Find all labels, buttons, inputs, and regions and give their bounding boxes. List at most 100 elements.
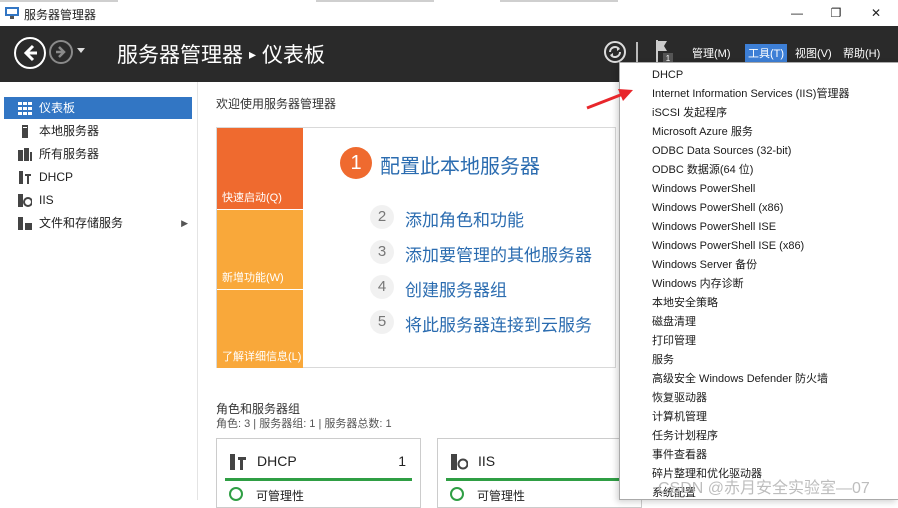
tile-label: 了解详细信息(L)	[222, 351, 302, 363]
menu-item-print-management[interactable]: 打印管理	[652, 332, 696, 351]
menu-item-services[interactable]: 服务	[652, 351, 674, 370]
add-servers-link[interactable]: 添加要管理的其他服务器	[405, 241, 592, 266]
status-up-icon	[229, 487, 243, 501]
sidebar-item-local-server[interactable]: 本地服务器	[4, 120, 192, 142]
menu-item-memory-diagnostic[interactable]: Windows 内存诊断	[652, 275, 744, 294]
arrow-left-icon	[23, 44, 37, 62]
refresh-button[interactable]	[604, 41, 626, 63]
role-count: 1	[398, 453, 406, 469]
step-number-1: 1	[340, 147, 372, 179]
tab-edge	[0, 0, 118, 2]
status-up-icon	[450, 487, 464, 501]
menu-tools[interactable]: 工具(T)	[745, 44, 788, 62]
sidebar-item-label: 本地服务器	[39, 124, 100, 138]
refresh-icon	[609, 46, 621, 58]
dashboard-icon	[18, 102, 32, 115]
sidebar-item-dashboard[interactable]: 仪表板	[4, 97, 192, 119]
sidebar-item-label: 所有服务器	[39, 147, 100, 161]
watermark: CSDN @赤月安全实验室—07	[658, 480, 870, 497]
dhcp-icon	[19, 171, 31, 184]
menu-item-event-viewer[interactable]: 事件查看器	[652, 446, 707, 465]
history-dropdown-icon[interactable]	[76, 45, 86, 55]
menu-item-disk-cleanup[interactable]: 磁盘清理	[652, 313, 696, 332]
step-number-2: 2	[370, 205, 394, 229]
menu-item-powershell[interactable]: Windows PowerShell	[652, 180, 755, 199]
step-number-4: 4	[370, 275, 394, 299]
add-roles-link[interactable]: 添加角色和功能	[405, 206, 524, 231]
maximize-button[interactable]: ❐	[826, 4, 846, 22]
sidebar-item-label: 仪表板	[39, 101, 76, 115]
sidebar-item-iis[interactable]: IIS	[4, 189, 192, 211]
role-card-iis[interactable]: IIS 可管理性	[437, 438, 642, 508]
close-button[interactable]: ✕	[866, 4, 886, 22]
menu-item-iis-manager[interactable]: Internet Information Services (IIS)管理器	[652, 85, 849, 104]
tab-strip	[0, 0, 898, 3]
annotation-arrow-icon	[586, 89, 633, 110]
menu-item-computer-management[interactable]: 计算机管理	[652, 408, 707, 427]
menu-item-task-scheduler[interactable]: 任务计划程序	[652, 427, 718, 446]
tile-whats-new[interactable]: 新增功能(W)	[217, 209, 303, 289]
connect-cloud-link[interactable]: 将此服务器连接到云服务	[405, 311, 592, 336]
breadcrumb: 服务器管理器 ▸ 仪表板	[117, 39, 325, 69]
role-status-bar	[446, 478, 633, 481]
breadcrumb-page: 仪表板	[262, 44, 326, 67]
sidebar-item-label: DHCP	[39, 170, 74, 184]
window-title: 服务器管理器	[24, 8, 97, 22]
menu-item-recovery-drive[interactable]: 恢复驱动器	[652, 389, 707, 408]
role-status[interactable]: 可管理性	[256, 487, 304, 504]
notification-flag-icon[interactable]: 1	[654, 38, 674, 64]
title-bar: 服务器管理器 — ❐ ✕	[0, 0, 898, 26]
step-number-5: 5	[370, 310, 394, 334]
menu-item-defender-firewall[interactable]: 高级安全 Windows Defender 防火墙	[652, 370, 828, 389]
header-divider	[636, 42, 638, 62]
configure-local-server-link[interactable]: 配置此本地服务器	[380, 150, 540, 179]
menu-item-odbc-64[interactable]: ODBC 数据源(64 位)	[652, 161, 753, 180]
tile-label: 快速启动(Q)	[222, 192, 282, 204]
arrow-right-icon	[56, 46, 66, 58]
menu-item-powershell-x86[interactable]: Windows PowerShell (x86)	[652, 199, 783, 218]
roles-summary: 角色: 3 | 服务器组: 1 | 服务器总数: 1	[216, 418, 392, 430]
sidebar-item-label: IIS	[39, 193, 54, 207]
menu-manage[interactable]: 管理(M)	[692, 45, 731, 61]
menu-item-server-backup[interactable]: Windows Server 备份	[652, 256, 757, 275]
role-name: DHCP	[257, 453, 297, 469]
server-icon	[22, 125, 28, 138]
menu-item-local-security-policy[interactable]: 本地安全策略	[652, 294, 718, 313]
expand-arrow-icon[interactable]: ▶	[181, 212, 188, 234]
forward-button[interactable]	[49, 40, 73, 64]
tile-learn-more[interactable]: 了解详细信息(L)	[217, 289, 303, 368]
minimize-button[interactable]: —	[787, 4, 807, 22]
menu-item-odbc-32[interactable]: ODBC Data Sources (32-bit)	[652, 142, 791, 161]
breadcrumb-app: 服务器管理器	[117, 44, 243, 67]
quick-start-panel: 快速启动(Q) 新增功能(W) 了解详细信息(L) 1 配置此本地服务器 2 添…	[216, 127, 616, 368]
tools-menu-dropdown: DHCP Internet Information Services (IIS)…	[619, 62, 898, 500]
tile-label: 新增功能(W)	[222, 272, 284, 284]
sidebar-item-all-servers[interactable]: 所有服务器	[4, 143, 192, 165]
menu-item-powershell-ise-x86[interactable]: Windows PowerShell ISE (x86)	[652, 237, 804, 256]
sidebar-item-label: 文件和存储服务	[39, 216, 124, 230]
sidebar-item-dhcp[interactable]: DHCP	[4, 166, 192, 188]
menu-item-iscsi[interactable]: iSCSI 发起程序	[652, 104, 727, 123]
welcome-title: 欢迎使用服务器管理器	[216, 97, 337, 111]
back-button[interactable]	[14, 37, 46, 69]
menu-help[interactable]: 帮助(H)	[843, 45, 880, 61]
breadcrumb-separator: ▸	[249, 46, 257, 62]
server-manager-app-icon	[5, 7, 19, 19]
tab-edge	[316, 0, 434, 2]
iis-icon	[18, 194, 32, 207]
tab-edge	[500, 0, 618, 2]
menu-view[interactable]: 视图(V)	[795, 45, 832, 61]
servers-icon	[18, 148, 32, 161]
role-card-dhcp[interactable]: DHCP 1 可管理性	[216, 438, 421, 508]
storage-icon	[18, 217, 32, 230]
dhcp-icon	[230, 454, 246, 470]
tile-quick-start[interactable]: 快速启动(Q)	[217, 128, 303, 209]
role-name: IIS	[478, 453, 496, 469]
menu-item-dhcp[interactable]: DHCP	[652, 66, 683, 85]
sidebar-item-file-storage[interactable]: 文件和存储服务 ▶	[4, 212, 192, 234]
sidebar: 仪表板 本地服务器 所有服务器 DHCP IIS 文件和存储服务 ▶	[0, 82, 198, 500]
role-status[interactable]: 可管理性	[477, 487, 525, 504]
menu-item-azure[interactable]: Microsoft Azure 服务	[652, 123, 753, 142]
create-server-group-link[interactable]: 创建服务器组	[405, 276, 507, 301]
menu-item-powershell-ise[interactable]: Windows PowerShell ISE	[652, 218, 776, 237]
